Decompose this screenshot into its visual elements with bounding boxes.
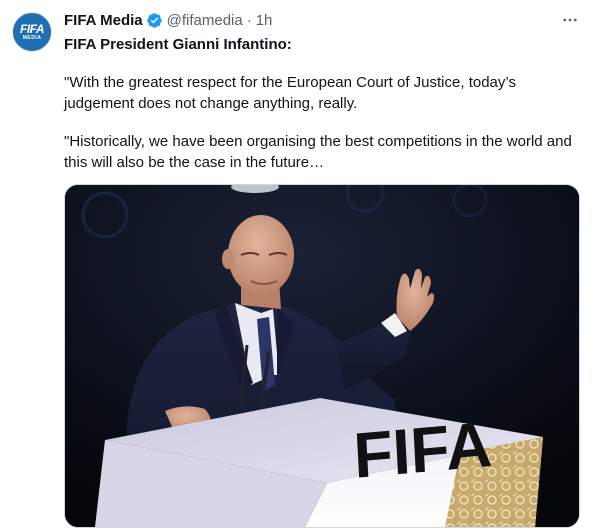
display-name[interactable]: FIFA Media <box>64 12 143 29</box>
separator-dot: · <box>246 11 252 29</box>
tweet-paragraph-1: "With the greatest respect for the Europ… <box>64 74 516 112</box>
more-options-icon[interactable] <box>560 10 580 30</box>
handle[interactable]: @fifamedia <box>167 12 243 29</box>
tweet-paragraph-2: "Historically, we have been organising t… <box>64 133 572 171</box>
avatar-logo-text: FIFA <box>20 21 45 36</box>
avatar-sub-text: MEDIA <box>22 34 42 41</box>
tweet-text: FIFA President Gianni Infantino: "With t… <box>64 34 580 173</box>
photo-speaker-at-podium: FIFA <box>65 185 579 527</box>
verified-badge-icon <box>146 12 163 29</box>
timestamp[interactable]: 1h <box>256 12 273 29</box>
tweet[interactable]: FIFA MEDIA FIFA Media @fifamedia · 1h FI… <box>0 0 592 532</box>
avatar[interactable]: FIFA MEDIA <box>12 12 52 52</box>
tweet-lead: FIFA President Gianni Infantino: <box>64 36 292 53</box>
tweet-media-photo[interactable]: FIFA <box>64 184 580 528</box>
podium-logo-text: FIFA <box>352 408 494 492</box>
tweet-header: FIFA Media @fifamedia · 1h <box>64 10 580 30</box>
